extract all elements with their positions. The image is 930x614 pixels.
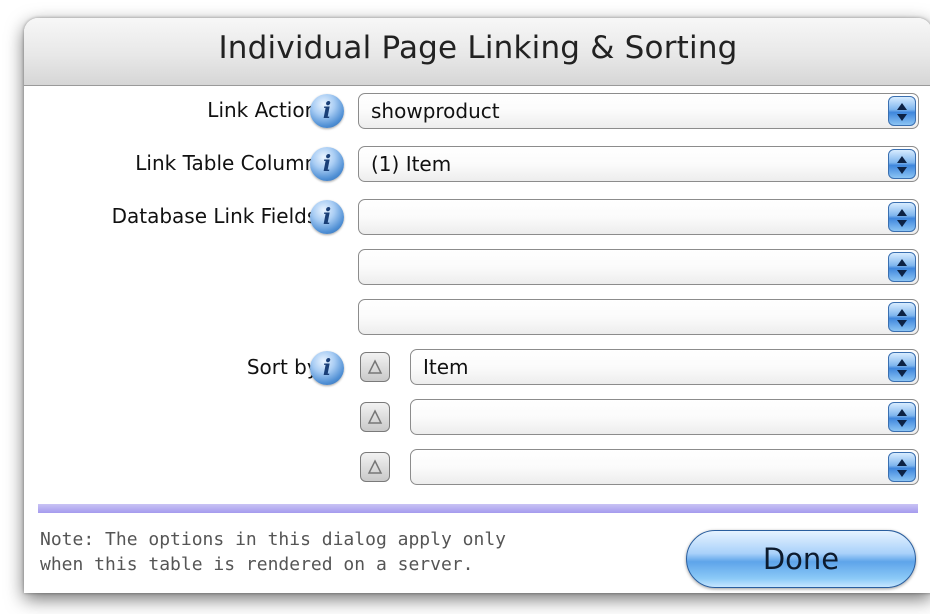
- sort-by-select-3[interactable]: [410, 449, 919, 485]
- sort-direction-button-1[interactable]: [360, 352, 390, 382]
- separator-bar: [38, 504, 918, 513]
- updown-arrows-icon: [888, 202, 916, 232]
- updown-arrows-icon: [888, 452, 916, 482]
- info-icon[interactable]: i: [310, 351, 344, 385]
- link-table-column-value: (1) Item: [371, 152, 452, 176]
- updown-arrows-icon: [888, 252, 916, 282]
- updown-arrows-icon: [888, 402, 916, 432]
- link-action-value: showproduct: [371, 99, 500, 123]
- sort-by-select-1[interactable]: Item: [410, 349, 919, 385]
- database-link-fields-label: Database Link Fields:: [111, 204, 324, 228]
- info-icon[interactable]: i: [310, 94, 344, 128]
- triangle-up-icon: [367, 409, 383, 424]
- triangle-up-icon: [367, 459, 383, 474]
- link-table-column-select[interactable]: (1) Item: [358, 146, 919, 182]
- link-table-column-label: Link Table Column:: [135, 151, 324, 175]
- sort-by-value: Item: [423, 355, 469, 379]
- database-link-field-select-1[interactable]: [358, 199, 919, 235]
- triangle-up-icon: [367, 359, 383, 374]
- updown-arrows-icon: [888, 352, 916, 382]
- dialog-window: Individual Page Linking & Sorting Link A…: [24, 18, 930, 593]
- dialog-title: Individual Page Linking & Sorting: [218, 30, 738, 66]
- database-link-field-select-3[interactable]: [358, 299, 919, 335]
- sort-by-select-2[interactable]: [410, 399, 919, 435]
- sort-direction-button-3[interactable]: [360, 452, 390, 482]
- title-bar: Individual Page Linking & Sorting: [24, 18, 930, 86]
- sort-direction-button-2[interactable]: [360, 402, 390, 432]
- link-action-label: Link Action:: [207, 98, 324, 122]
- updown-arrows-icon: [888, 302, 916, 332]
- updown-arrows-icon: [888, 96, 916, 126]
- done-button[interactable]: Done: [686, 530, 916, 588]
- info-icon[interactable]: i: [310, 147, 344, 181]
- info-icon[interactable]: i: [310, 200, 344, 234]
- updown-arrows-icon: [888, 149, 916, 179]
- server-note-line-2: when this table is rendered on a server.: [40, 554, 474, 575]
- link-action-select[interactable]: showproduct: [358, 93, 919, 129]
- server-note-line-1: Note: The options in this dialog apply o…: [40, 529, 506, 550]
- database-link-field-select-2[interactable]: [358, 249, 919, 285]
- server-note: Note: The options in this dialog apply o…: [40, 527, 660, 577]
